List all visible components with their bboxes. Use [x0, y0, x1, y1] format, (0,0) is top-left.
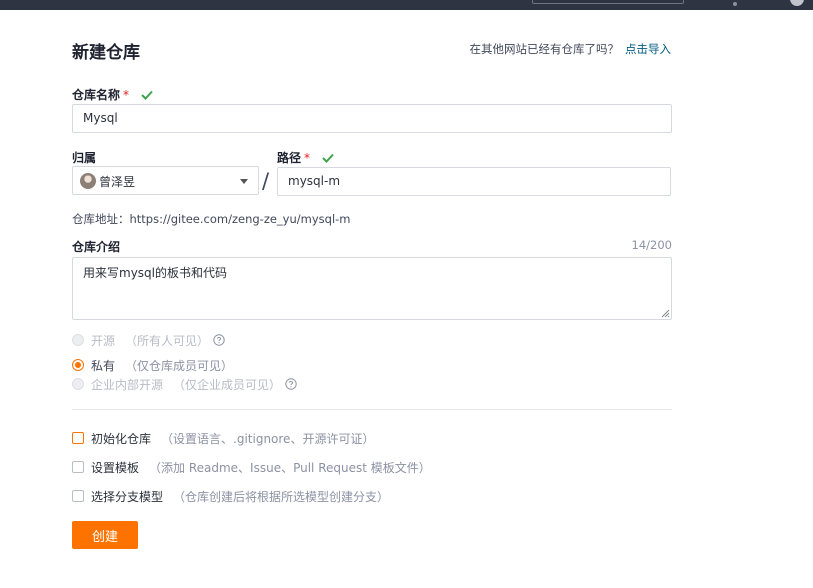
caret-down-icon	[240, 179, 248, 184]
description-label: 仓库介绍	[72, 240, 121, 254]
page-title: 新建仓库	[72, 43, 140, 63]
repo-name-label-text: 仓库名称	[72, 88, 121, 102]
owner-avatar	[80, 173, 96, 189]
path-separator: /	[262, 169, 270, 193]
check-icon	[322, 153, 334, 163]
resize-grip-icon[interactable]	[661, 309, 670, 318]
option-set-template[interactable]: 设置模板 （添加 Readme、Issue、Pull Request 模板文件）	[72, 459, 431, 475]
required-mark: *	[123, 88, 130, 102]
option-init-repo[interactable]: 初始化仓库 （设置语言、.gitignore、开源许可证）	[72, 430, 374, 446]
create-button[interactable]: 创建	[72, 521, 138, 549]
owner-label: 归属	[72, 151, 97, 165]
section-divider	[72, 409, 672, 410]
description-textarea[interactable]: 用来写mysql的板书和代码	[72, 257, 672, 320]
required-mark: *	[304, 151, 311, 165]
description-counter: 14/200	[631, 238, 672, 252]
path-label-text: 路径	[277, 151, 302, 165]
owner-select[interactable]: 曾泽昱	[72, 166, 259, 195]
radio-private[interactable]	[72, 359, 84, 371]
visibility-option-enterprise[interactable]: 企业内部开源 （仅企业成员可见）	[72, 376, 297, 392]
option-branch-model[interactable]: 选择分支模型 （仓库创建后将根据所选模型创建分支）	[72, 488, 389, 504]
owner-select-value: 曾泽昱	[99, 175, 136, 189]
repo-url-text: 仓库地址：https://gitee.com/zeng-ze_yu/mysql-…	[72, 212, 351, 226]
visibility-private-label: 私有	[91, 358, 116, 373]
option-branch-model-label: 选择分支模型	[91, 489, 164, 504]
visibility-option-public[interactable]: 开源 （所有人可见）	[72, 332, 225, 348]
user-avatar[interactable]	[790, 0, 804, 6]
visibility-option-private[interactable]: 私有 （仅仓库成员可见）	[72, 357, 233, 373]
import-link[interactable]: 点击导入	[625, 42, 671, 56]
visibility-enterprise-label: 企业内部开源	[91, 377, 164, 392]
option-branch-model-hint: （仓库创建后将根据所选模型创建分支）	[173, 489, 390, 504]
path-label: 路径 *	[277, 149, 334, 166]
path-input[interactable]: mysql-m	[277, 167, 671, 196]
checkbox-init-repo[interactable]	[72, 432, 84, 444]
option-init-repo-label: 初始化仓库	[91, 431, 152, 446]
option-set-template-label: 设置模板	[91, 460, 140, 475]
question-circle-icon[interactable]	[213, 334, 225, 346]
top-nav-bar	[0, 0, 813, 10]
checkbox-branch-model[interactable]	[72, 490, 84, 502]
radio-enterprise[interactable]	[72, 378, 84, 390]
import-prompt-text: 在其他网站已经有仓库了吗？	[469, 42, 620, 56]
visibility-public-hint: （所有人可见）	[125, 333, 210, 348]
description-text: 用来写mysql的板书和代码	[83, 266, 227, 280]
option-init-repo-hint: （设置语言、.gitignore、开源许可证）	[161, 431, 375, 446]
visibility-enterprise-hint: （仅企业成员可见）	[173, 377, 282, 392]
repo-name-label: 仓库名称 *	[72, 86, 153, 103]
visibility-private-hint: （仅仓库成员可见）	[125, 358, 234, 373]
radio-public[interactable]	[72, 334, 84, 346]
checkbox-set-template[interactable]	[72, 461, 84, 473]
repo-name-input[interactable]: Mysql	[72, 104, 672, 133]
check-icon	[141, 90, 153, 100]
notification-icon[interactable]	[733, 2, 737, 6]
question-circle-icon[interactable]	[285, 378, 297, 390]
import-prompt-row: 在其他网站已经有仓库了吗？ 点击导入	[470, 41, 672, 57]
nav-search-box[interactable]	[532, 0, 684, 4]
option-set-template-hint: （添加 Readme、Issue、Pull Request 模板文件）	[149, 460, 431, 475]
visibility-public-label: 开源	[91, 333, 116, 348]
